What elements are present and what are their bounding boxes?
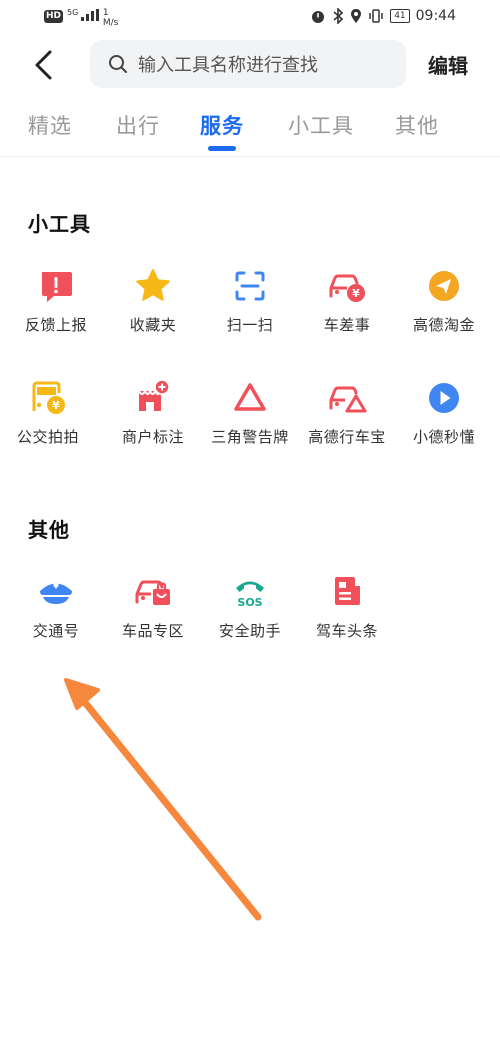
network-speed: 1 M/s — [103, 8, 119, 28]
svg-text:¥: ¥ — [52, 399, 60, 412]
tab-other[interactable]: 其他 — [395, 110, 439, 140]
tool-label: 收藏夹 — [129, 316, 177, 334]
tool-car-products[interactable]: 车品专区 — [103, 572, 203, 641]
search-input[interactable] — [136, 40, 400, 90]
tool-bus-photo[interactable]: ¥ 公交拍拍 — [0, 378, 98, 447]
tool-favorites[interactable]: 收藏夹 — [103, 266, 203, 335]
svg-text:¥: ¥ — [352, 287, 360, 300]
tab-label: 精选 — [28, 114, 72, 138]
tool-label: 反馈上报 — [24, 316, 87, 334]
signal-label: 5G — [67, 8, 79, 17]
tool-label: 三角警告牌 — [211, 428, 289, 446]
tool-label: 驾车头条 — [315, 622, 378, 640]
shop-mark-icon — [138, 379, 170, 411]
tool-label: 小德秒懂 — [412, 428, 475, 446]
tab-label: 服务 — [200, 114, 244, 138]
tool-label: 公交拍拍 — [16, 428, 79, 446]
clock: 09:44 — [415, 8, 456, 24]
search-icon — [109, 55, 127, 73]
tab-services[interactable]: 服务 — [200, 110, 244, 151]
edit-button[interactable]: 编辑 — [428, 50, 468, 79]
tab-tools[interactable]: 小工具 — [288, 110, 354, 140]
status-right: 41 09:44 — [310, 8, 456, 24]
signal-indicator: 5G — [67, 9, 99, 21]
tab-label: 出行 — [116, 114, 160, 138]
tool-driving-news[interactable]: 驾车头条 — [297, 572, 397, 641]
tool-feedback[interactable]: 反馈上报 — [6, 266, 106, 335]
police-cap-icon — [40, 582, 72, 604]
tool-car-errand[interactable]: ¥ 车差事 — [297, 266, 397, 335]
alarm-icon — [312, 11, 325, 23]
status-bar: HD 5G 1 M/s 41 09:44 — [0, 0, 500, 36]
tool-shop-mark[interactable]: 商户标注 — [103, 378, 203, 447]
bus-photo-icon: ¥ — [32, 381, 65, 414]
section-title-other: 其他 — [28, 518, 70, 542]
car-errand-icon: ¥ — [329, 274, 365, 302]
car-shop-icon — [135, 580, 170, 605]
tool-car-treasure[interactable]: 高德行车宝 — [297, 378, 397, 447]
signal-bars-icon — [80, 9, 99, 21]
tab-label: 其他 — [395, 114, 439, 138]
feedback-icon — [42, 272, 72, 302]
hd-badge: HD — [44, 10, 64, 23]
scan-icon — [235, 271, 265, 301]
tool-label: 商户标注 — [121, 428, 184, 446]
tool-label: 车差事 — [323, 316, 371, 334]
bluetooth-icon — [333, 8, 344, 24]
gold-send-icon — [429, 271, 459, 301]
tool-label: 安全助手 — [218, 622, 281, 640]
tab-featured[interactable]: 精选 — [28, 110, 72, 140]
tab-travel[interactable]: 出行 — [116, 110, 160, 140]
tool-quick-understand[interactable]: 小德秒懂 — [394, 378, 494, 447]
speed-unit: M/s — [102, 18, 119, 28]
active-tab-indicator — [208, 146, 236, 151]
warning-triangle-icon — [234, 383, 266, 411]
speed-value: 1 — [102, 8, 109, 18]
location-icon — [351, 9, 362, 23]
tool-label: 交通号 — [32, 622, 80, 640]
search-box[interactable] — [90, 40, 406, 90]
tool-label: 高德行车宝 — [308, 428, 386, 446]
status-left: HD 5G 1 M/s — [44, 8, 118, 28]
sos-phone-icon: SOS — [236, 581, 264, 609]
section-title-tools: 小工具 — [28, 212, 91, 236]
battery-indicator: 41 — [390, 9, 410, 23]
category-tabs: 精选 出行 服务 小工具 其他 — [0, 106, 500, 157]
vibrate-icon — [369, 9, 383, 23]
tool-gold[interactable]: 高德淘金 — [394, 266, 494, 335]
tool-label: 扫一扫 — [226, 316, 274, 334]
tab-label: 小工具 — [288, 114, 354, 138]
svg-text:SOS: SOS — [237, 596, 262, 609]
star-icon — [136, 269, 170, 301]
tool-safety-assistant[interactable]: SOS 安全助手 — [200, 572, 300, 641]
top-bar: 编辑 — [0, 38, 500, 92]
news-icon — [335, 577, 360, 605]
car-treasure-icon — [329, 386, 367, 413]
tool-traffic-account[interactable]: 交通号 — [6, 572, 106, 641]
play-icon — [429, 383, 459, 413]
tool-label: 高德淘金 — [412, 316, 475, 334]
tool-warning-triangle[interactable]: 三角警告牌 — [200, 378, 300, 447]
back-arrow-icon[interactable] — [28, 48, 62, 82]
tool-label: 车品专区 — [121, 622, 184, 640]
tool-scan[interactable]: 扫一扫 — [200, 266, 300, 335]
